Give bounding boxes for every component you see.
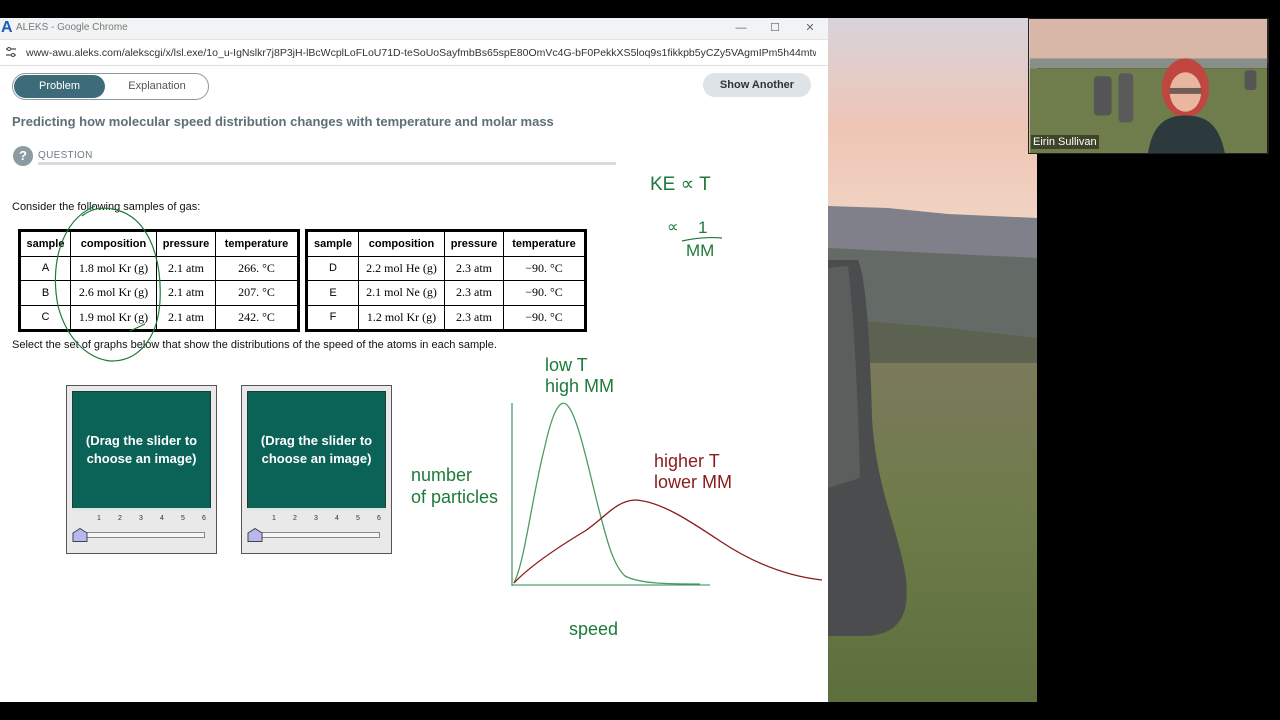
site-settings-icon[interactable] bbox=[5, 46, 17, 58]
ink-low-t: low T bbox=[545, 355, 588, 375]
screen: A ALEKS - Google Chrome — ☐ ✕ www-awu.al… bbox=[0, 0, 1280, 720]
url-text[interactable]: www-awu.aleks.com/alekscgi/x/lsl.exe/1o_… bbox=[26, 47, 816, 59]
aleks-page: Problem Explanation Show Another Predict… bbox=[0, 66, 828, 702]
ink-ke-relation: KE ∝ T bbox=[650, 174, 711, 195]
ink-lower-mm: lower MM bbox=[654, 472, 732, 492]
ink-curve-higher-t bbox=[513, 499, 823, 584]
aleks-logo: A bbox=[1, 19, 13, 36]
ink-proportional: ∝ bbox=[667, 219, 678, 236]
ink-curve-low-t bbox=[513, 402, 701, 585]
background-photo bbox=[828, 18, 1037, 702]
ink-stroke bbox=[129, 323, 146, 332]
browser-window: A ALEKS - Google Chrome — ☐ ✕ www-awu.al… bbox=[0, 18, 828, 702]
ink-high-mm: high MM bbox=[545, 376, 614, 396]
ink-mm-numerator: 1 bbox=[698, 218, 707, 237]
ink-higher-t: higher T bbox=[654, 451, 720, 471]
address-bar[interactable]: www-awu.aleks.com/alekscgi/x/lsl.exe/1o_… bbox=[0, 40, 828, 66]
webcam-video bbox=[1028, 18, 1269, 154]
ink-annotation-layer: KE ∝ T ∝ 1 MM low T high MM higher T low… bbox=[54, 174, 823, 639]
close-icon[interactable]: ✕ bbox=[800, 20, 820, 36]
ink-xlabel-speed: speed bbox=[569, 619, 618, 639]
ink-ylabel-number: number bbox=[411, 465, 472, 485]
ink-ylabel-particles: of particles bbox=[411, 487, 498, 507]
window-title: ALEKS - Google Chrome bbox=[16, 22, 128, 33]
ink-mm-denominator: MM bbox=[686, 241, 714, 260]
minimize-icon[interactable]: — bbox=[731, 20, 751, 36]
title-bar: A ALEKS - Google Chrome — ☐ ✕ bbox=[0, 18, 828, 40]
ink-circle-composition bbox=[54, 205, 161, 362]
maximize-icon[interactable]: ☐ bbox=[765, 20, 785, 36]
participant-name: Eirin Sullivan bbox=[1031, 135, 1099, 149]
